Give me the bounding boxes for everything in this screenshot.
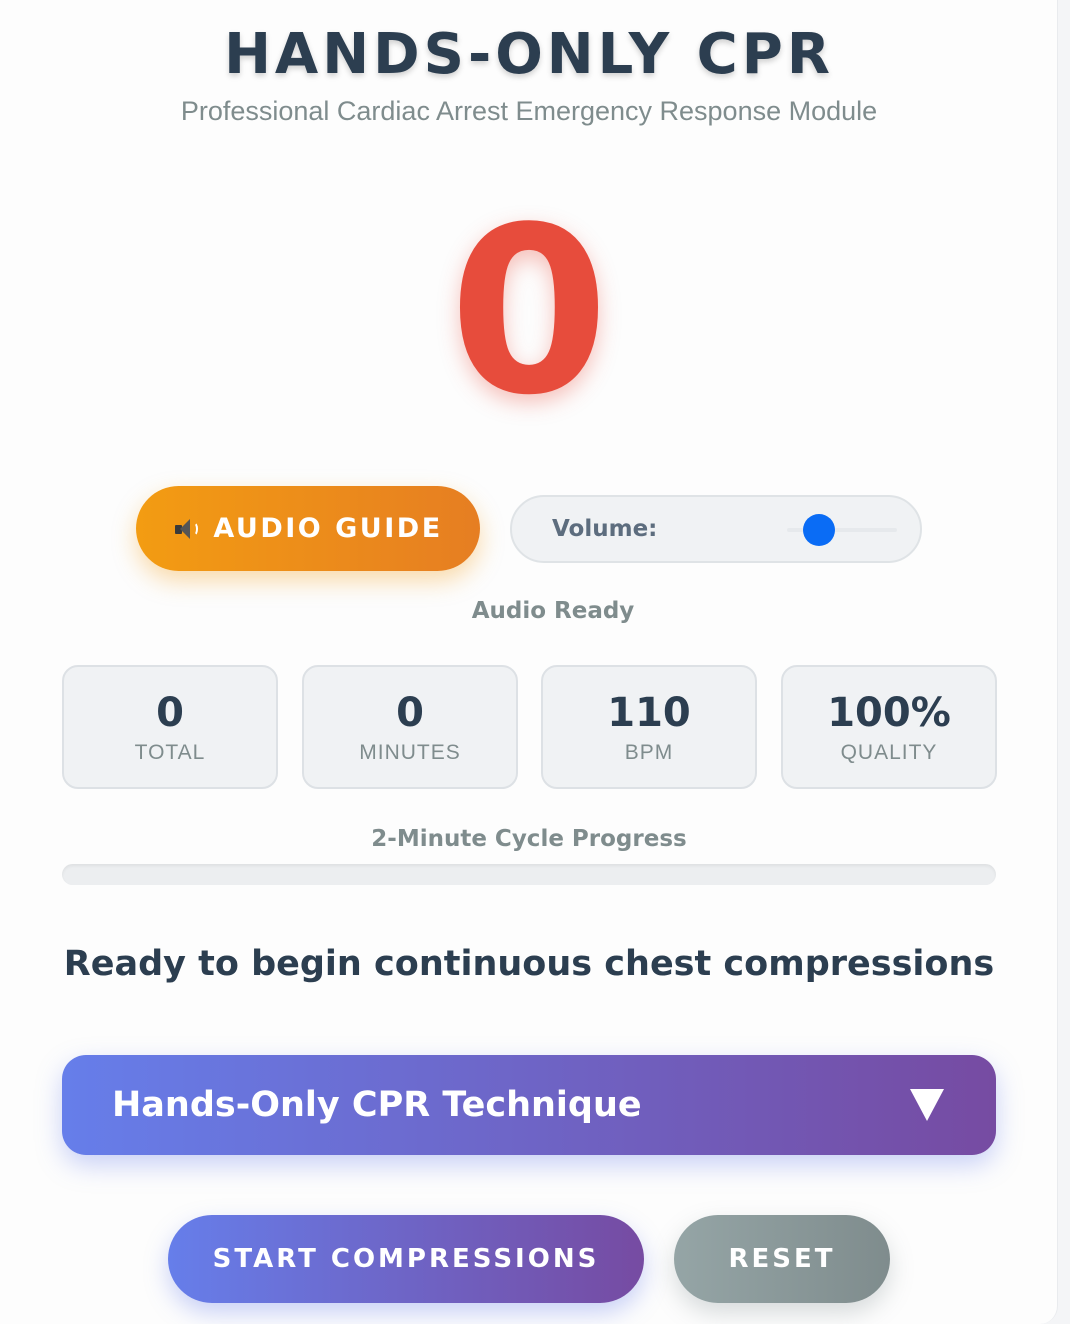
volume-slider-thumb[interactable] [803,514,835,546]
volume-label: Volume: [552,516,658,542]
stat-quality-label: QUALITY [840,741,938,764]
stat-total-value: 0 [156,690,184,736]
reset-button[interactable]: RESET [674,1215,890,1303]
progress-label: 2-Minute Cycle Progress [371,826,687,852]
volume-control: Volume: [510,495,922,563]
stat-quality-value: 100% [827,690,951,736]
stat-minutes: 0 MINUTES [302,665,518,789]
stat-quality: 100% QUALITY [781,665,997,789]
audio-guide-button[interactable]: AUDIO GUIDE [136,486,480,571]
audio-guide-label: AUDIO GUIDE [213,513,443,544]
start-compressions-button[interactable]: START COMPRESSIONS [168,1215,644,1303]
compression-counter: 0 [448,179,610,446]
triangle-down-icon [910,1089,944,1121]
technique-label: Hands-Only CPR Technique [112,1085,642,1125]
stat-bpm: 110 BPM [541,665,757,789]
stat-minutes-label: MINUTES [359,741,461,764]
page-title: HANDS-ONLY CPR [224,22,834,87]
stat-minutes-value: 0 [396,690,424,736]
status-message: Ready to begin continuous chest compress… [63,944,995,984]
cpr-panel: HANDS-ONLY CPR Professional Cardiac Arre… [0,0,1058,1324]
technique-dropdown[interactable]: Hands-Only CPR Technique [62,1055,996,1155]
audio-status: Audio Ready [471,598,635,624]
stat-bpm-label: BPM [624,741,674,764]
speaker-icon [173,517,201,541]
stat-total: 0 TOTAL [62,665,278,789]
page-subtitle: Professional Cardiac Arrest Emergency Re… [180,96,878,126]
stat-total-label: TOTAL [134,741,206,764]
stat-bpm-value: 110 [607,690,691,736]
progress-bar [62,864,996,885]
